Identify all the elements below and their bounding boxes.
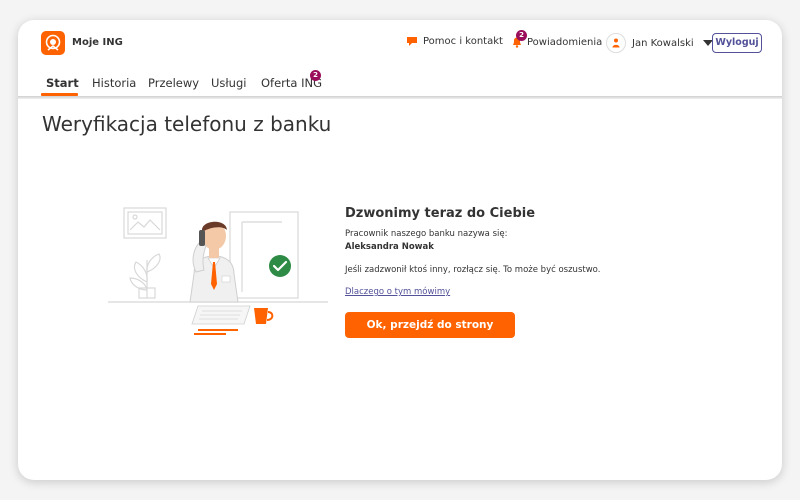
tab-start[interactable]: Start bbox=[46, 76, 79, 90]
app-name: Moje ING bbox=[72, 37, 123, 48]
chat-bubble-icon bbox=[407, 37, 417, 46]
top-bar: Moje ING Pomoc i kontakt 2 Powiadomienia bbox=[18, 20, 782, 66]
help-contact-label: Pomoc i kontakt bbox=[423, 36, 503, 47]
go-to-home-button[interactable]: Ok, przejdź do strony głównej bbox=[345, 312, 515, 357]
help-contact-link[interactable]: Pomoc i kontakt bbox=[406, 36, 503, 47]
main-nav-tabs: Start Historia Przelewy Usługi Oferta IN… bbox=[18, 66, 782, 96]
notifications-link[interactable]: 2 Powiadomienia bbox=[511, 30, 603, 48]
employee-intro-text: Pracownik naszego banku nazywa się: bbox=[345, 229, 508, 239]
notifications-count-badge: 2 bbox=[516, 30, 527, 41]
oferta-badge: 2 bbox=[310, 70, 321, 81]
user-menu[interactable]: Jan Kowalski bbox=[606, 33, 713, 53]
bell-icon: 2 bbox=[511, 30, 527, 48]
notifications-label: Powiadomienia bbox=[527, 36, 603, 48]
fraud-warning-text: Jeśli zadzwonił ktoś inny, rozłącz się. … bbox=[345, 265, 601, 275]
employee-name: Aleksandra Nowak bbox=[345, 242, 434, 252]
ing-lion-logo-icon[interactable] bbox=[41, 31, 65, 55]
tab-historia[interactable]: Historia bbox=[92, 76, 136, 90]
tab-przelewy[interactable]: Przelewy bbox=[148, 76, 199, 90]
logout-button[interactable]: Wyloguj bbox=[712, 33, 762, 53]
page-title: Weryfikacja telefonu z banku bbox=[42, 112, 332, 136]
message-heading: Dzwonimy teraz do Ciebie bbox=[345, 206, 536, 221]
tab-uslugi[interactable]: Usługi bbox=[211, 76, 246, 90]
user-name: Jan Kowalski bbox=[632, 37, 694, 49]
browser-window: Moje ING Pomoc i kontakt 2 Powiadomienia bbox=[18, 20, 782, 480]
call-verification-message: Dzwonimy teraz do Ciebie Pracownik nasze… bbox=[345, 206, 645, 298]
why-we-mention-link[interactable]: Dlaczego o tym mówimy bbox=[345, 287, 450, 297]
user-avatar-icon bbox=[606, 33, 626, 53]
nav-divider bbox=[18, 96, 782, 99]
banker-phone-illustration bbox=[102, 202, 332, 366]
